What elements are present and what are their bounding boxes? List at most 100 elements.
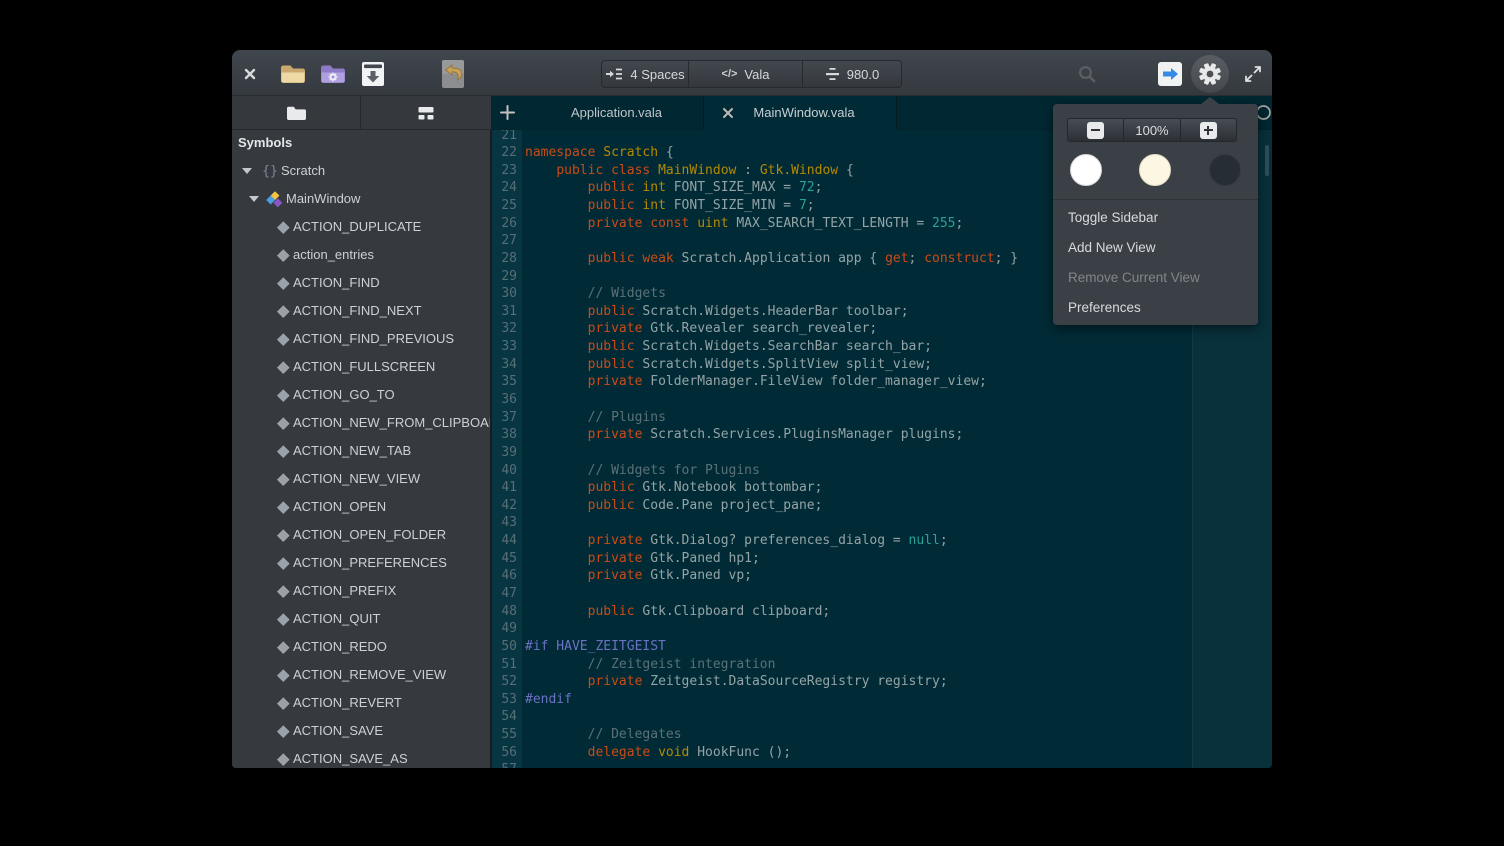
symbol-label: ACTION_FULLSCREEN <box>293 353 435 381</box>
symbol-item-action_open_folder[interactable]: ACTION_OPEN_FOLDER <box>232 521 490 549</box>
fullscreen-button[interactable] <box>1244 65 1262 83</box>
statusbar-group: 4 Spaces </> Vala 980.0 <box>601 60 902 88</box>
zoom-level[interactable]: 100% <box>1123 119 1179 141</box>
symbol-label: ACTION_PREFERENCES <box>293 549 447 577</box>
constant-icon <box>275 471 291 487</box>
folder-panel-button[interactable] <box>232 96 360 129</box>
symbol-item-action_go_to[interactable]: ACTION_GO_TO <box>232 381 490 409</box>
undo-button[interactable] <box>441 59 465 89</box>
symbol-item-action_entries[interactable]: action_entries <box>232 241 490 269</box>
settings-button[interactable] <box>1191 55 1229 93</box>
code-line-51: // Zeitgeist integration <box>525 656 775 674</box>
code-line-30: // Widgets <box>525 285 666 303</box>
symbol-item-action_find_next[interactable]: ACTION_FIND_NEXT <box>232 297 490 325</box>
symbol-item-action_redo[interactable]: ACTION_REDO <box>232 633 490 661</box>
constant-icon <box>275 303 291 319</box>
symbol-item-action_save_as[interactable]: ACTION_SAVE_AS <box>232 745 490 768</box>
zoom-out-icon <box>1087 122 1104 139</box>
line-number: 43 <box>492 514 517 532</box>
open-file-button[interactable] <box>279 63 307 85</box>
symbol-item-action_find_previous[interactable]: ACTION_FIND_PREVIOUS <box>232 325 490 353</box>
gear-icon <box>1198 62 1222 86</box>
symbol-label: ACTION_QUIT <box>293 605 380 633</box>
code-line-44: private Gtk.Dialog? preferences_dialog =… <box>525 532 948 550</box>
code-line-23: public class MainWindow : Gtk.Window { <box>525 162 854 180</box>
share-button[interactable] <box>1158 62 1182 86</box>
search-button[interactable] <box>1078 65 1097 84</box>
expander-icon[interactable] <box>242 168 252 174</box>
code-line-34: public Scratch.Widgets.SplitView split_v… <box>525 356 932 374</box>
symbol-item-mainwindow[interactable]: MainWindow <box>232 185 490 213</box>
language-label: Vala <box>744 67 769 82</box>
symbols-sidebar: Symbols {}ScratchMainWindowACTION_DUPLIC… <box>232 130 490 768</box>
code-line-53: #endif <box>525 691 572 709</box>
menu-item-preferences[interactable]: Preferences <box>1053 292 1258 322</box>
save-button[interactable] <box>361 60 385 88</box>
tab-application-vala[interactable]: Application.vala <box>530 96 703 129</box>
symbol-item-action_new_tab[interactable]: ACTION_NEW_TAB <box>232 437 490 465</box>
code-line-32: private Gtk.Revealer search_revealer; <box>525 320 877 338</box>
menu-separator <box>1053 199 1258 200</box>
symbol-item-action_preferences[interactable]: ACTION_PREFERENCES <box>232 549 490 577</box>
symbol-item-action_remove_view[interactable]: ACTION_REMOVE_VIEW <box>232 661 490 689</box>
menu-item-add-new-view[interactable]: Add New View <box>1053 232 1258 262</box>
symbol-item-action_prefix[interactable]: ACTION_PREFIX <box>232 577 490 605</box>
new-tab-button[interactable] <box>491 96 523 129</box>
theme-dark-button[interactable] <box>1209 154 1241 186</box>
symbol-item-action_open[interactable]: ACTION_OPEN <box>232 493 490 521</box>
goto-line-button[interactable]: 980.0 <box>802 61 901 87</box>
symbol-label: ACTION_PREFIX <box>293 577 396 605</box>
symbol-item-action_quit[interactable]: ACTION_QUIT <box>232 605 490 633</box>
constant-icon <box>275 219 291 235</box>
code-line-25: public int FONT_SIZE_MIN = 7; <box>525 197 815 215</box>
symbol-item-scratch[interactable]: {}Scratch <box>232 157 490 185</box>
zoom-in-button[interactable] <box>1180 119 1236 141</box>
symbol-item-action_revert[interactable]: ACTION_REVERT <box>232 689 490 717</box>
constant-icon <box>275 499 291 515</box>
line-number: 35 <box>492 373 517 391</box>
constant-icon <box>275 275 291 291</box>
constant-icon <box>275 667 291 683</box>
theme-white-button[interactable] <box>1070 154 1102 186</box>
editor-scrollbar[interactable] <box>1265 145 1269 176</box>
indent-width-button[interactable]: 4 Spaces <box>602 61 688 87</box>
menu-item-toggle-sidebar[interactable]: Toggle Sidebar <box>1053 202 1258 232</box>
line-number: 28 <box>492 250 517 268</box>
settings-menu: 100% Toggle SidebarAdd New ViewRemove Cu… <box>1053 104 1258 325</box>
symbol-label: ACTION_NEW_TAB <box>293 437 411 465</box>
code-line-55: // Delegates <box>525 726 682 744</box>
templates-button[interactable] <box>319 63 347 85</box>
symbol-item-action_duplicate[interactable]: ACTION_DUPLICATE <box>232 213 490 241</box>
code-line-35: private FolderManager.FileView folder_ma… <box>525 373 987 391</box>
theme-sepia-button[interactable] <box>1139 154 1171 186</box>
symbol-label: Scratch <box>281 157 325 185</box>
constant-icon <box>275 387 291 403</box>
symbol-item-action_new_view[interactable]: ACTION_NEW_VIEW <box>232 465 490 493</box>
share-icon <box>1158 62 1182 86</box>
symbol-label: ACTION_REDO <box>293 633 387 661</box>
outline-panel-button[interactable] <box>360 96 490 129</box>
zoom-out-button[interactable] <box>1068 119 1123 141</box>
tab-mainwindow-vala[interactable]: MainWindow.vala <box>703 96 897 130</box>
symbol-item-action_find[interactable]: ACTION_FIND <box>232 269 490 297</box>
symbol-label: ACTION_NEW_VIEW <box>293 465 420 493</box>
symbol-item-action_save[interactable]: ACTION_SAVE <box>232 717 490 745</box>
fullscreen-icon <box>1244 65 1262 83</box>
pane-separator[interactable] <box>490 130 492 768</box>
expander-icon[interactable] <box>249 196 259 202</box>
line-number: 33 <box>492 338 517 356</box>
symbol-label: action_entries <box>293 241 374 269</box>
window-close-button[interactable] <box>244 68 257 81</box>
line-number: 30 <box>492 285 517 303</box>
tab-mainwindow-label: MainWindow.vala <box>726 96 882 129</box>
constant-icon <box>275 639 291 655</box>
symbol-label: ACTION_DUPLICATE <box>293 213 421 241</box>
language-button[interactable]: </> Vala <box>688 61 802 87</box>
code-line-31: public Scratch.Widgets.HeaderBar toolbar… <box>525 303 909 321</box>
line-number: 26 <box>492 215 517 233</box>
symbol-label: ACTION_OPEN_FOLDER <box>293 521 446 549</box>
line-number: 51 <box>492 656 517 674</box>
symbol-item-action_fullscreen[interactable]: ACTION_FULLSCREEN <box>232 353 490 381</box>
line-number: 27 <box>492 232 517 250</box>
symbol-item-action_new_from_clipboard[interactable]: ACTION_NEW_FROM_CLIPBOARD <box>232 409 490 437</box>
